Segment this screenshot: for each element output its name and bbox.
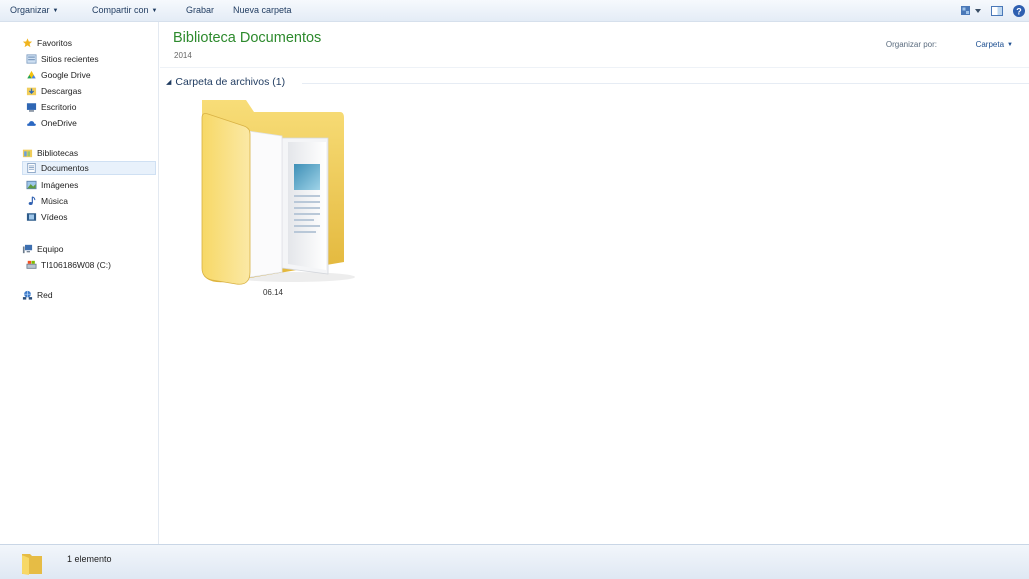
sidebar-item-label: Favoritos [37, 37, 72, 48]
svg-text:?: ? [1016, 7, 1022, 17]
group-header[interactable]: ◢ Carpeta de archivos (1) [166, 76, 285, 88]
library-subtitle: 2014 [174, 51, 192, 60]
share-label: Compartir con [92, 5, 149, 15]
burn-label: Grabar [186, 5, 215, 15]
divider [160, 67, 1029, 68]
sidebar-item-label: Google Drive [41, 69, 91, 80]
sidebar-item-label: Música [41, 195, 68, 206]
libraries-icon [22, 149, 33, 157]
sidebar-item-label: Imágenes [41, 179, 79, 190]
group-header-label: Carpeta de archivos (1) [175, 76, 286, 88]
sidebar-item-label: TI106186W08 (C:) [41, 259, 111, 270]
sidebar-item-computer[interactable]: Equipo [22, 241, 152, 256]
folder-item[interactable]: 06.14 [188, 92, 358, 300]
folder-name: 06.14 [262, 288, 284, 297]
sidebar-item-libraries[interactable]: Bibliotecas [22, 145, 152, 160]
desktop-icon [26, 102, 37, 112]
chevron-down-icon: ▼ [52, 8, 59, 14]
preview-pane-button[interactable] [990, 4, 1004, 18]
sidebar-item-label: OneDrive [41, 117, 77, 128]
organize-label: Organizar [10, 5, 50, 15]
star-icon [22, 37, 33, 47]
status-bar: 1 elemento [0, 544, 1029, 579]
network-icon [22, 290, 33, 300]
folder-icon [201, 100, 355, 285]
sidebar-item-label: Vídeos [41, 211, 68, 222]
command-bar: Organizar ▼ Compartir con ▼ Grabar Nueva c… [0, 0, 1029, 22]
sidebar-item-label: Documentos [41, 163, 89, 173]
help-button[interactable]: ? [1012, 4, 1026, 18]
share-with-button[interactable]: Compartir con ▼ [92, 5, 157, 15]
videos-icon [26, 212, 37, 221]
new-folder-label: Nueva carpeta [233, 5, 292, 15]
change-view-button[interactable] [960, 4, 982, 18]
new-folder-button[interactable]: Nueva carpeta [233, 5, 292, 15]
help-icon: ? [1013, 5, 1025, 17]
sidebar-item-music[interactable]: Música [26, 193, 152, 208]
google-drive-icon [27, 70, 36, 78]
downloads-icon [26, 87, 37, 95]
preview-pane-icon [991, 6, 1003, 16]
sidebar-item-documents[interactable]: Documentos [22, 161, 156, 175]
sidebar-item-onedrive[interactable]: OneDrive [26, 115, 152, 130]
sidebar-item-label: Bibliotecas [37, 147, 79, 158]
page-title: Biblioteca Documentos [173, 30, 322, 46]
recent-places-icon [26, 53, 37, 64]
sidebar-item-label: Escritorio [41, 101, 77, 112]
pictures-icon [26, 180, 37, 189]
music-icon [28, 195, 36, 205]
onedrive-icon [27, 120, 36, 126]
chevron-down-icon: ▼ [1007, 42, 1013, 48]
folder-icon [22, 554, 42, 575]
organize-button[interactable]: Organizar ▼ [10, 5, 58, 15]
change-view-icon [961, 6, 981, 15]
sidebar-item-label: Red [37, 289, 53, 300]
burn-button[interactable]: Grabar [186, 5, 214, 15]
arrange-by-value: Carpeta [975, 40, 1005, 49]
sidebar-item-recent-places[interactable]: Sitios recientes [26, 51, 152, 66]
content-pane: Biblioteca Documentos 2014 Organizar por… [160, 22, 1029, 544]
sidebar-item-google-drive[interactable]: Google Drive [26, 67, 152, 82]
documents-icon [27, 163, 36, 173]
sidebar-item-pictures[interactable]: Imágenes [26, 177, 152, 192]
sidebar-item-label: Descargas [41, 85, 82, 96]
navigation-pane: Favoritos Sitios recientes Google Drive … [0, 22, 159, 544]
computer-icon [22, 244, 33, 253]
drive-icon [26, 260, 37, 269]
chevron-down-icon: ▼ [151, 8, 158, 14]
arrange-by-label: Organizar por: [885, 40, 937, 49]
sidebar-item-downloads[interactable]: Descargas [26, 83, 152, 98]
collapse-triangle-icon: ◢ [166, 79, 172, 86]
sidebar-item-label: Sitios recientes [41, 53, 99, 64]
item-count: 1 elemento [67, 554, 112, 564]
arrange-by-dropdown[interactable]: Carpeta ▼ [976, 40, 1013, 49]
sidebar-item-videos[interactable]: Vídeos [26, 209, 152, 224]
sidebar-item-label: Equipo [37, 243, 64, 254]
sidebar-item-favorites[interactable]: Favoritos [22, 35, 152, 50]
sidebar-item-desktop[interactable]: Escritorio [26, 99, 152, 114]
sidebar-item-drive-c[interactable]: TI106186W08 (C:) [26, 257, 152, 272]
sidebar-item-network[interactable]: Red [22, 287, 152, 302]
divider [302, 83, 1029, 84]
